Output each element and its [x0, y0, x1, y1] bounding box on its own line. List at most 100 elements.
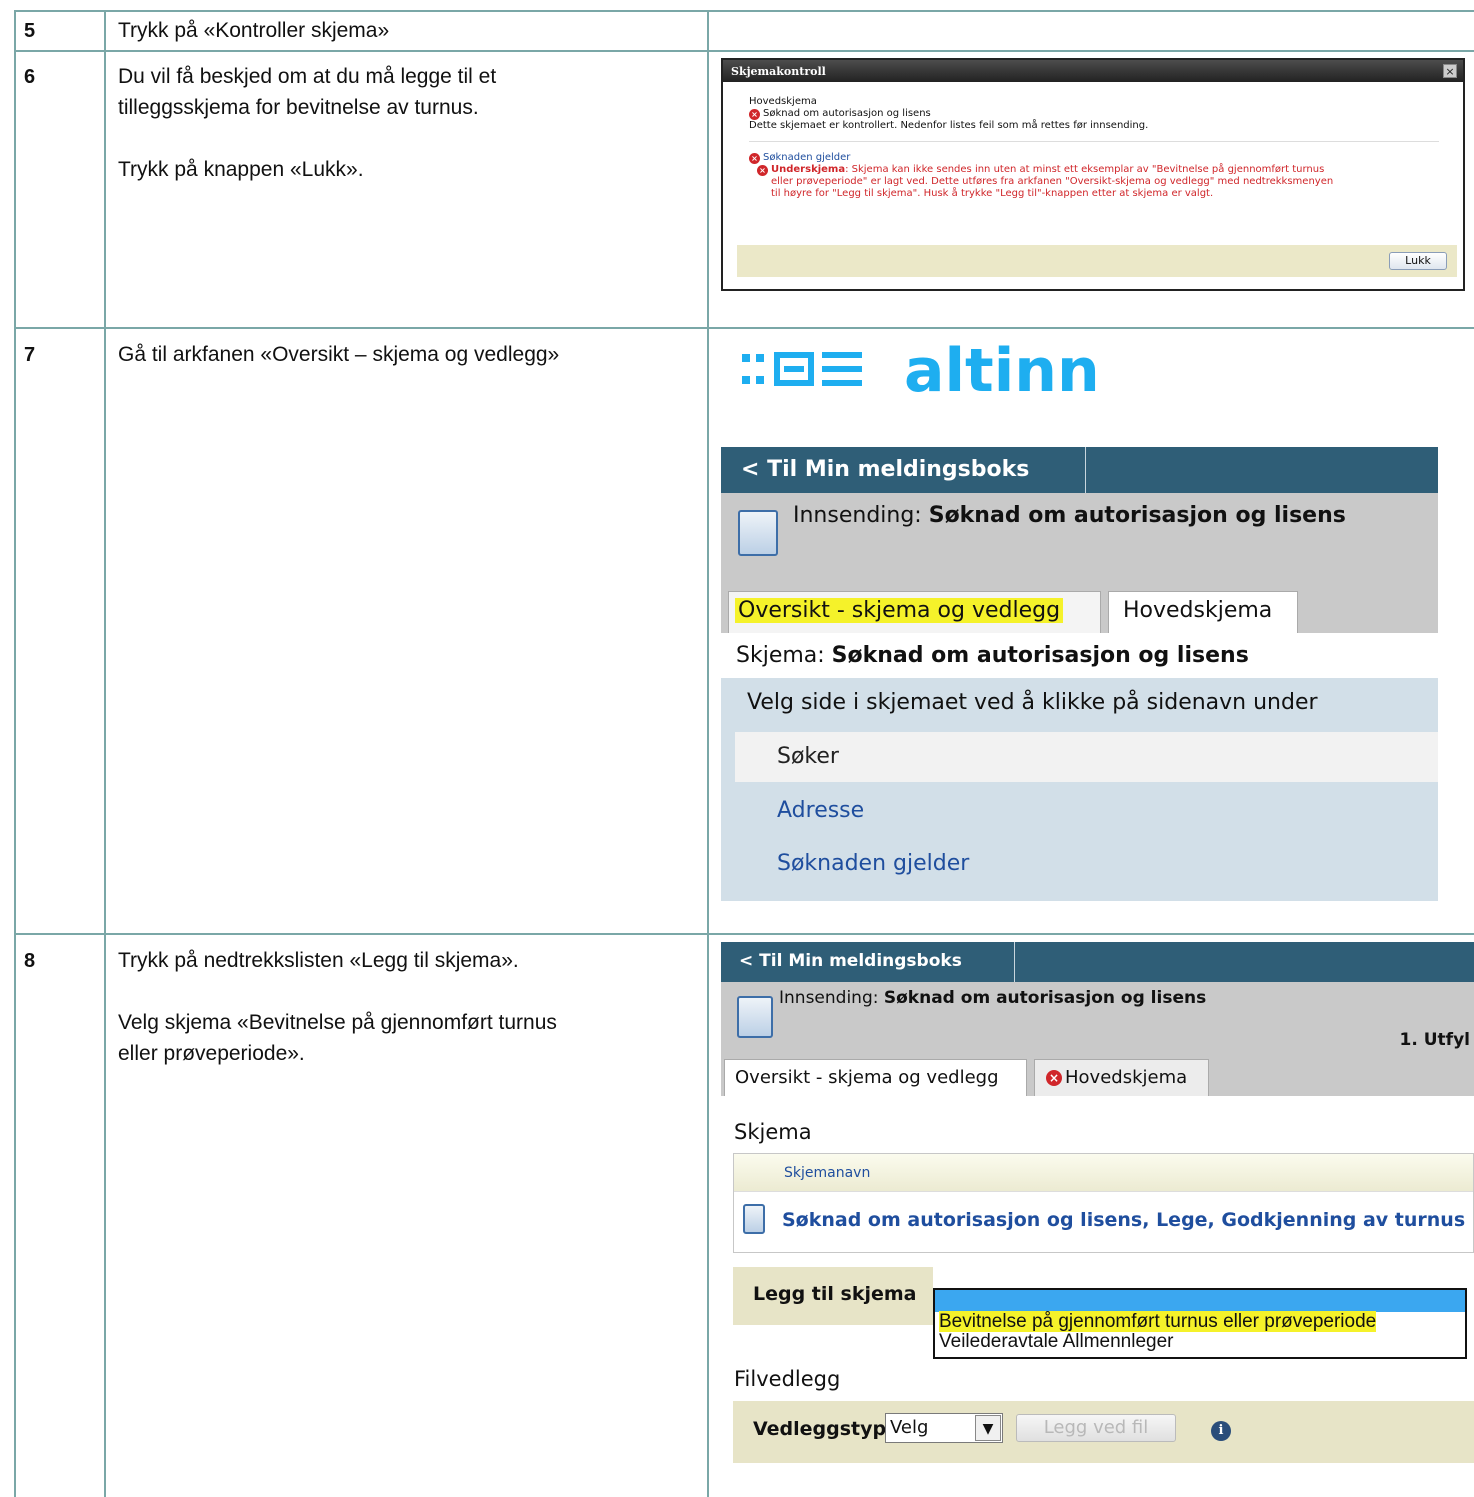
step-text-line — [118, 976, 698, 1007]
attach-file-button[interactable]: Legg ved fil — [1016, 1414, 1176, 1442]
dialog-divider — [749, 141, 1439, 142]
step-text-line: tilleggsskjema for bevitnelse av turnus. — [118, 96, 479, 119]
attachment-type-label: Vedleggstype: — [753, 1418, 907, 1440]
page-item-label: Søker — [777, 744, 839, 769]
table-divider-row6 — [14, 327, 1474, 329]
listbox-option-label: Bevitnelse på gjennomført turnus eller p… — [939, 1311, 1377, 1332]
table-divider-col1 — [104, 10, 106, 1497]
back-to-inbox-link[interactable]: < Til Min meldingsboks — [739, 951, 962, 971]
listbox-selected-bar — [935, 1290, 1465, 1312]
navbar-divider — [1085, 447, 1086, 493]
dialog-form-name: Søknad om autorisasjon og lisens — [763, 108, 931, 119]
table-divider-row5 — [14, 50, 1474, 52]
error-line: til høyre for "Legg til skjema". Husk å … — [771, 188, 1214, 199]
submission-prefix: Innsending: — [793, 503, 929, 528]
step-number: 7 — [24, 344, 36, 366]
tab-overview[interactable]: Oversikt - skjema og vedlegg — [728, 591, 1101, 633]
submission-title: Innsending: Søknad om autorisasjon og li… — [779, 988, 1206, 1008]
tab-main-label: Hovedskjema — [1065, 1067, 1188, 1088]
form-link[interactable]: Søknad om autorisasjon og lisens, Lege, … — [782, 1209, 1465, 1231]
section-forms-title: Skjema — [734, 1120, 812, 1144]
attachment-type-value: Velg — [890, 1417, 929, 1438]
form-title: Skjema: Søknad om autorisasjon og lisens — [736, 643, 1249, 668]
dialog-section-title: Hovedskjema — [749, 96, 817, 107]
step-instructions: Trykk på «Kontroller skjema» — [118, 15, 698, 46]
submission-title: Innsending: Søknad om autorisasjon og li… — [793, 503, 1346, 528]
error-icon: × — [749, 109, 760, 120]
submission-header: Innsending: Søknad om autorisasjon og li… — [721, 982, 1474, 1096]
form-prefix: Skjema: — [736, 643, 832, 668]
add-form-label: Legg til skjema — [753, 1283, 917, 1305]
column-header-skjemanavn: Skjemanavn — [784, 1165, 871, 1181]
step-indicator: 1. Utfyl — [1399, 1030, 1470, 1050]
document-icon — [738, 510, 778, 556]
step-instructions: Gå til arkfanen «Oversikt – skjema og ve… — [118, 339, 698, 370]
submission-header: Innsending: Søknad om autorisasjon og li… — [721, 493, 1438, 633]
dialog-footer: Lukk — [737, 245, 1457, 277]
listbox-option[interactable]: Veilederavtale Allmennleger — [935, 1332, 1465, 1352]
step-text-line: Trykk på knappen «Lukk». — [118, 158, 364, 181]
step-number: 5 — [24, 20, 36, 42]
step-text-line: Trykk på «Kontroller skjema» — [118, 19, 390, 42]
tab-main[interactable]: × Hovedskjema — [1034, 1059, 1209, 1096]
error-label: Underskjema — [771, 164, 846, 175]
document-icon — [743, 1204, 765, 1234]
table-divider-col2 — [707, 10, 709, 1497]
dialog-title: Skjemakontroll — [723, 60, 1463, 82]
step-instructions: Trykk på nedtrekkslisten «Legg til skjem… — [118, 945, 698, 1069]
tab-main[interactable]: Hovedskjema — [1108, 591, 1298, 633]
error-icon: × — [1046, 1070, 1062, 1086]
submission-name: Søknad om autorisasjon og lisens — [883, 988, 1207, 1008]
page-item-adresse[interactable]: Adresse — [777, 798, 864, 823]
lukk-button[interactable]: Lukk — [1389, 252, 1447, 270]
altinn-navbar: < Til Min meldingsboks — [721, 447, 1438, 493]
step-number: 8 — [24, 950, 36, 972]
error-icon: × — [749, 153, 760, 164]
add-form-bar: Legg til skjema — [733, 1267, 933, 1325]
section-files-title: Filvedlegg — [734, 1367, 841, 1391]
back-to-inbox-link[interactable]: < Til Min meldingsboks — [741, 457, 1029, 482]
form-name: Søknad om autorisasjon og lisens — [831, 643, 1249, 668]
dialog-controlled-msg: Dette skjemaet er kontrollert. Nedenfor … — [749, 120, 1149, 131]
altinn-logo: altinn — [740, 336, 1100, 406]
document-icon — [737, 996, 773, 1038]
attachment-type-select[interactable]: Velg ▼ — [885, 1413, 1003, 1443]
altinn-navbar: < Til Min meldingsboks — [721, 942, 1474, 982]
altinn-logo-text: altinn — [904, 336, 1100, 406]
step-text-line: Trykk på nedtrekkslisten «Legg til skjem… — [118, 949, 519, 972]
tab-main-label: Hovedskjema — [1123, 598, 1273, 623]
page-item-soker[interactable]: Søker — [735, 732, 1438, 782]
info-icon[interactable]: i — [1211, 1421, 1231, 1441]
dialog-error-message: × Underskjema: Skjema kan ikke sendes inn… — [749, 164, 1439, 200]
forms-table: Skjemanavn Søknad om autorisasjon og lis… — [733, 1153, 1474, 1253]
close-icon[interactable]: × — [1443, 64, 1457, 78]
schema-control-dialog: Skjemakontroll × Hovedskjema × Søknad om … — [721, 58, 1465, 291]
add-form-listbox[interactable]: Bevitnelse på gjennomført turnus eller p… — [933, 1288, 1467, 1359]
table-divider-row7 — [14, 933, 1474, 935]
chevron-down-icon: ▼ — [975, 1415, 1001, 1441]
dialog-group-line: × Søknaden gjelder — [749, 152, 1439, 164]
step-instructions: Du vil få beskjed om at du må legge til … — [118, 61, 698, 185]
error-icon: × — [757, 165, 768, 176]
step-text-line: Du vil få beskjed om at du må legge til … — [118, 65, 497, 88]
navbar-divider — [1014, 942, 1015, 982]
step-number: 6 — [24, 66, 36, 88]
forms-table-header: Skjemanavn — [734, 1154, 1473, 1192]
page-navigation: Velg side i skjemaet ved å klikke på sid… — [721, 678, 1438, 901]
attachment-bar: Vedleggstype: Velg ▼ Legg ved fil i — [733, 1401, 1474, 1463]
dialog-group-link[interactable]: Søknaden gjelder — [763, 152, 850, 163]
listbox-option[interactable]: Bevitnelse på gjennomført turnus eller p… — [935, 1311, 1465, 1332]
error-line: eller prøveperiode" er lagt ved. Dette u… — [771, 176, 1334, 187]
step-text-line — [118, 123, 698, 154]
step-text-line: eller prøveperiode». — [118, 1042, 305, 1065]
page-item-soknaden-gjelder[interactable]: Søknaden gjelder — [777, 851, 969, 876]
page-navigation-header: Velg side i skjemaet ved å klikke på sid… — [747, 690, 1318, 715]
step-text-line: Gå til arkfanen «Oversikt – skjema og ve… — [118, 343, 560, 366]
dialog-form-line: × Søknad om autorisasjon og lisens — [749, 108, 1439, 120]
table-border-left — [14, 10, 16, 1497]
tab-overview[interactable]: Oversikt - skjema og vedlegg — [724, 1059, 1027, 1096]
step-text-line: Velg skjema «Bevitnelse på gjennomført t… — [118, 1011, 557, 1034]
submission-prefix: Innsending: — [779, 988, 884, 1008]
tab-overview-label: Oversikt - skjema og vedlegg — [735, 598, 1064, 623]
table-border-top — [14, 10, 1474, 12]
